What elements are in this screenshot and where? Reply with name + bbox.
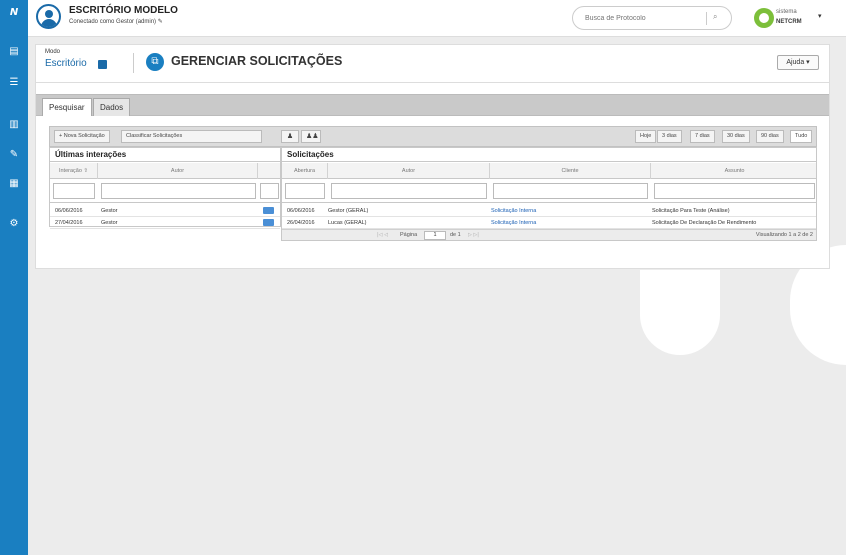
- left-sidebar: N ▤ ☰ ▥ ✎ ▦ ⚙: [0, 0, 28, 555]
- column-header-author[interactable]: Autor: [328, 163, 490, 179]
- pager: |◁ ◁ Página 1 de 1 ▷ ▷| Visualizando 1 a…: [282, 229, 816, 240]
- table-row[interactable]: 26/04/2016 Lucas (GERAL) Solicitação Int…: [282, 217, 816, 229]
- list-icon[interactable]: ☰: [6, 76, 22, 90]
- protocol-search[interactable]: ⌕: [572, 6, 732, 30]
- column-header-subject[interactable]: Assunto: [651, 163, 818, 179]
- request-date: 26/04/2016: [287, 220, 315, 226]
- search-divider: [706, 12, 707, 25]
- request-subject: Solicitação Para Teste (Análise): [652, 208, 730, 214]
- brand-name: NETCRM: [776, 19, 802, 25]
- page-number-input[interactable]: 1: [424, 231, 446, 240]
- request-author: Lucas (GERAL): [328, 220, 367, 226]
- chevron-down-icon[interactable]: ▾: [818, 12, 822, 20]
- opening-filter-input[interactable]: [285, 183, 325, 199]
- divider: [133, 53, 134, 73]
- filter-today[interactable]: Hoje: [635, 130, 657, 143]
- brand-logo[interactable]: sistema NETCRM: [776, 9, 812, 27]
- single-user-icon[interactable]: ♟: [281, 130, 299, 143]
- toolbar: + Nova Solicitação Classificar Solicitaç…: [49, 126, 817, 147]
- column-header-interaction[interactable]: Interação ⇧: [50, 163, 98, 179]
- connected-user[interactable]: Conectado como Gestor (admin) ✎: [69, 18, 163, 25]
- open-request-icon[interactable]: [263, 207, 274, 214]
- requests-title: Solicitações: [282, 148, 816, 162]
- brand-small-text: sistema: [776, 9, 797, 15]
- column-header-client[interactable]: Cliente: [490, 163, 651, 179]
- tab-content: + Nova Solicitação Classificar Solicitaç…: [36, 116, 829, 268]
- settings-icon[interactable]: ⚙: [6, 217, 22, 231]
- request-date: 06/06/2016: [287, 208, 315, 214]
- table-row[interactable]: 06/06/2016 Gestor: [50, 205, 280, 217]
- tab-search[interactable]: Pesquisar: [42, 98, 92, 117]
- filter-row: [50, 179, 280, 203]
- background-shape: [640, 270, 720, 355]
- group-users-icon[interactable]: ♟♟: [301, 130, 321, 143]
- request-client-link[interactable]: Solicitação Interna: [488, 205, 648, 217]
- requests-header: Abertura Autor Cliente Assunto: [282, 163, 816, 179]
- help-button[interactable]: Ajuda ▾: [777, 55, 819, 70]
- edit-icon[interactable]: ✎: [6, 148, 22, 162]
- protocol-search-input[interactable]: [585, 12, 695, 25]
- interaction-filter-input[interactable]: [53, 183, 95, 199]
- filter-all[interactable]: Tudo: [790, 130, 813, 143]
- calendar-icon[interactable]: ▦: [6, 177, 22, 191]
- mode-label: Modo: [45, 49, 61, 55]
- client-filter-input[interactable]: [493, 183, 648, 199]
- request-client-link[interactable]: Solicitação Interna: [488, 217, 648, 229]
- column-header-author[interactable]: Autor: [98, 163, 258, 179]
- interaction-author: Gestor: [101, 208, 118, 214]
- records-info: Visualizando 1 a 2 de 2: [755, 232, 813, 238]
- divider: [36, 82, 829, 83]
- classify-requests-button[interactable]: Classificar Solicitações: [121, 130, 262, 143]
- author-filter-input[interactable]: [101, 183, 256, 199]
- logo-icon[interactable]: N: [6, 6, 22, 20]
- new-request-button[interactable]: + Nova Solicitação: [54, 130, 110, 143]
- request-author: Gestor (GERAL): [328, 208, 369, 214]
- brand-logo-icon: [754, 8, 774, 28]
- first-prev-page-buttons[interactable]: |◁ ◁: [377, 230, 388, 241]
- column-header-action: [258, 163, 282, 179]
- tab-bar: Pesquisar Dados: [36, 94, 829, 117]
- user-avatar[interactable]: [36, 4, 61, 29]
- interaction-date: 27/04/2016: [55, 220, 83, 226]
- table-row[interactable]: 27/04/2016 Gestor: [50, 217, 280, 229]
- mode-value[interactable]: Escritório: [45, 58, 87, 69]
- document-icon[interactable]: ▤: [6, 45, 22, 59]
- page-title: GERENCIAR SOLICITAÇÕES: [171, 54, 343, 68]
- request-subject: Solicitação De Declaração De Rendimento: [652, 220, 757, 226]
- requests-icon: ⧉: [146, 53, 164, 71]
- requests-grid: Solicitações Abertura Autor Cliente Assu…: [281, 147, 817, 241]
- next-last-page-buttons[interactable]: ▷ ▷|: [468, 230, 479, 241]
- company-name: ESCRITÓRIO MODELO: [69, 5, 178, 16]
- search-icon[interactable]: ⌕: [713, 12, 717, 22]
- interactions-header: Interação ⇧ Autor: [50, 163, 280, 179]
- interaction-date: 06/06/2016: [55, 208, 83, 214]
- filter-30-days[interactable]: 30 dias: [722, 130, 750, 143]
- page-total: de 1: [450, 232, 461, 238]
- action-filter-input[interactable]: [260, 183, 279, 199]
- mode-switch-icon[interactable]: [98, 60, 107, 69]
- filter-row: [282, 179, 816, 203]
- interactions-grid: Últimas interações Interação ⇧ Autor 06/…: [49, 147, 281, 229]
- author-filter-input[interactable]: [331, 183, 487, 199]
- chart-icon[interactable]: ▥: [6, 118, 22, 132]
- top-header: ESCRITÓRIO MODELO Conectado como Gestor …: [28, 0, 846, 37]
- interaction-author: Gestor: [101, 220, 118, 226]
- open-request-icon[interactable]: [263, 219, 274, 226]
- main-panel: Modo Escritório ⧉ GERENCIAR SOLICITAÇÕES…: [35, 44, 830, 269]
- interactions-title: Últimas interações: [50, 148, 280, 162]
- filter-3-days[interactable]: 3 dias: [657, 130, 682, 143]
- page-label: Página: [400, 232, 418, 238]
- subject-filter-input[interactable]: [654, 183, 815, 199]
- filter-90-days[interactable]: 90 dias: [756, 130, 784, 143]
- filter-7-days[interactable]: 7 dias: [690, 130, 715, 143]
- tab-data[interactable]: Dados: [93, 98, 131, 116]
- table-row[interactable]: 06/06/2016 Gestor (GERAL) Solicitação In…: [282, 205, 816, 217]
- column-header-opening[interactable]: Abertura: [282, 163, 328, 179]
